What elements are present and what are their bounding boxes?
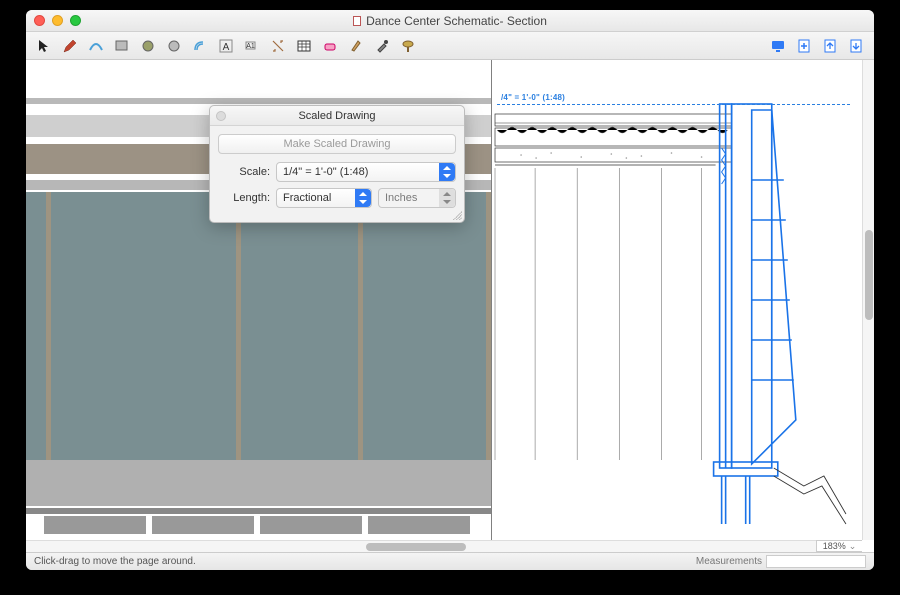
label-tool[interactable]: A1 — [240, 35, 264, 57]
vertical-scrollbar-thumb[interactable] — [865, 230, 873, 320]
zoom-window-button[interactable] — [70, 15, 81, 26]
scale-value-text: 1/4" = 1'-0" (1:48) — [283, 166, 368, 178]
length-label: Length: — [218, 192, 270, 204]
arc-tool[interactable] — [84, 35, 108, 57]
select-tool[interactable] — [32, 35, 56, 57]
close-window-button[interactable] — [34, 15, 45, 26]
canvas-area[interactable]: /4" = 1'-0" (1:48) — [26, 60, 874, 552]
unit-stepper-icon[interactable] — [439, 189, 455, 207]
titlebar: Dance Center Schematic- Section — [26, 10, 874, 32]
dimension-line — [497, 104, 850, 105]
style-tool[interactable] — [344, 35, 368, 57]
svg-text:A: A — [223, 42, 230, 53]
zoom-level[interactable]: 183% ⌄ — [816, 540, 862, 552]
rectangle-tool[interactable] — [110, 35, 134, 57]
dialog-titlebar[interactable]: Scaled Drawing — [210, 106, 464, 126]
zoom-value-text: 183% — [823, 541, 846, 551]
section-svg — [491, 60, 862, 540]
circle-tool[interactable] — [162, 35, 186, 57]
window-controls — [34, 15, 81, 26]
svg-text:A1: A1 — [246, 43, 255, 50]
length-stepper-icon[interactable] — [355, 189, 371, 207]
eyedropper-tool[interactable] — [370, 35, 394, 57]
toolbar: A A1 — [26, 32, 874, 60]
scale-select[interactable]: 1/4" = 1'-0" (1:48) — [276, 162, 456, 182]
measurements-input[interactable] — [766, 555, 866, 568]
text-tool[interactable]: A — [214, 35, 238, 57]
length-unit-select[interactable]: Inches — [378, 188, 456, 208]
app-window: Dance Center Schematic- Section A A1 — [26, 10, 874, 570]
vertical-scrollbar[interactable] — [862, 60, 874, 540]
export-button[interactable] — [844, 35, 868, 57]
make-scaled-drawing-button[interactable]: Make Scaled Drawing — [218, 134, 456, 154]
dialog-body: Make Scaled Drawing Scale: 1/4" = 1'-0" … — [210, 126, 464, 222]
import-button[interactable] — [818, 35, 842, 57]
pencil-tool[interactable] — [58, 35, 82, 57]
window-title: Dance Center Schematic- Section — [353, 14, 547, 28]
display-settings-button[interactable] — [766, 35, 790, 57]
length-format-text: Fractional — [283, 192, 331, 204]
eraser-tool[interactable] — [318, 35, 342, 57]
scale-label: Scale: — [218, 166, 270, 178]
dialog-title-text: Scaled Drawing — [298, 110, 375, 122]
scaled-drawing-dialog[interactable]: Scaled Drawing Make Scaled Drawing Scale… — [209, 105, 465, 223]
length-format-select[interactable]: Fractional — [276, 188, 372, 208]
window-title-text: Dance Center Schematic- Section — [366, 14, 547, 28]
paint-tool[interactable] — [396, 35, 420, 57]
add-page-button[interactable] — [792, 35, 816, 57]
polygon-tool[interactable] — [136, 35, 160, 57]
measurements-label: Measurements — [696, 556, 762, 567]
status-bar: Click-drag to move the page around. Meas… — [26, 552, 874, 570]
horizontal-scrollbar[interactable] — [26, 540, 816, 552]
section-drawing: /4" = 1'-0" (1:48) — [491, 60, 862, 540]
scale-annotation: /4" = 1'-0" (1:48) — [501, 93, 565, 102]
dialog-resize-grip[interactable] — [452, 210, 462, 220]
dialog-close-button[interactable] — [216, 111, 226, 121]
status-hint: Click-drag to move the page around. — [34, 556, 196, 567]
scale-stepper-icon[interactable] — [439, 163, 455, 181]
minimize-window-button[interactable] — [52, 15, 63, 26]
length-unit-text: Inches — [385, 192, 417, 204]
dimension-tool[interactable] — [266, 35, 290, 57]
table-tool[interactable] — [292, 35, 316, 57]
horizontal-scrollbar-thumb[interactable] — [366, 543, 466, 551]
document-icon — [353, 16, 361, 26]
offset-tool[interactable] — [188, 35, 212, 57]
